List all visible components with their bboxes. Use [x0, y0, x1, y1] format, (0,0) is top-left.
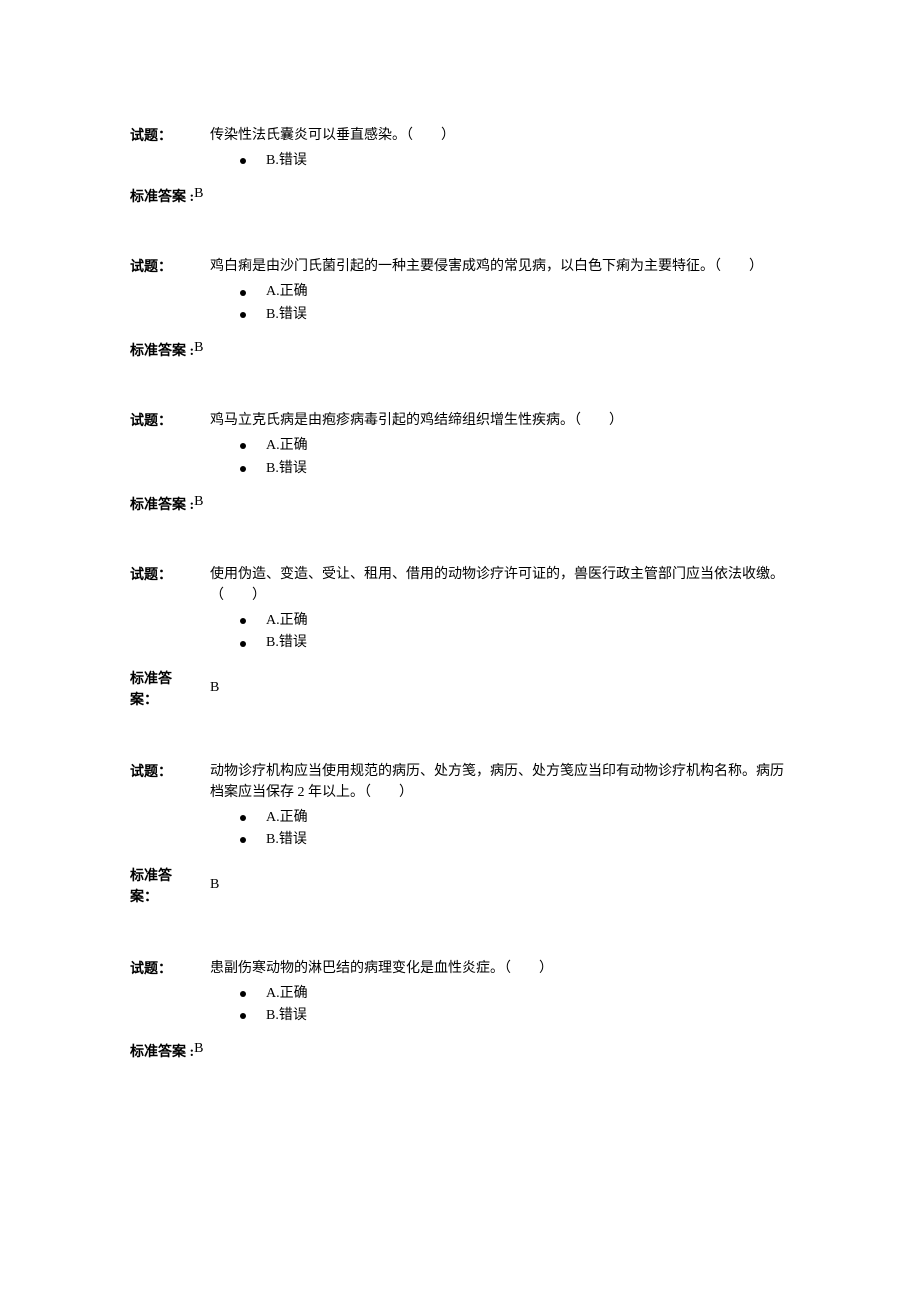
answer-value: B: [194, 340, 203, 356]
answer-value: B: [194, 494, 203, 510]
question-row: 试题： 鸡马立克氏病是由疱疹病毒引起的鸡结缔组织增生性疾病。（ ）: [130, 410, 790, 431]
answer-label: 标准答案 :: [130, 340, 194, 360]
option-item: B.错误: [240, 632, 790, 654]
options-list: A.正确 B.错误: [240, 610, 790, 655]
question-row: 试题： 传染性法氏囊炎可以垂直感染。（ ）: [130, 125, 790, 146]
answer-row: 标准答案 : B: [130, 186, 790, 206]
option-label: A.正确: [266, 281, 308, 303]
option-label: B.错误: [266, 829, 307, 851]
question-row: 试题： 使用伪造、变造、受让、租用、借用的动物诊疗许可证的，兽医行政主管部门应当…: [130, 564, 790, 606]
bullet-icon: [240, 158, 246, 164]
question-block: 试题： 鸡马立克氏病是由疱疹病毒引起的鸡结缔组织增生性疾病。（ ） A.正确 B…: [130, 410, 790, 514]
option-label: B.错误: [266, 632, 307, 654]
answer-value: B: [194, 186, 203, 202]
question-text: 鸡马立克氏病是由疱疹病毒引起的鸡结缔组织增生性疾病。（ ）: [210, 410, 623, 431]
answer-label: 标准答案 :: [130, 186, 194, 206]
answer-label: 标准答案 :: [130, 1041, 194, 1061]
answer-label: 标准答案：: [130, 669, 190, 711]
options-list: A.正确 B.错误: [240, 435, 790, 480]
question-row: 试题： 患副伤寒动物的淋巴结的病理变化是血性炎症。（ ）: [130, 958, 790, 979]
option-item: B.错误: [240, 458, 790, 480]
option-label: B.错误: [266, 458, 307, 480]
answer-value: B: [194, 1041, 203, 1057]
question-block: 试题： 患副伤寒动物的淋巴结的病理变化是血性炎症。（ ） A.正确 B.错误 标…: [130, 958, 790, 1062]
question-label: 试题：: [130, 564, 190, 584]
question-text: 患副伤寒动物的淋巴结的病理变化是血性炎症。（ ）: [210, 958, 553, 979]
question-block: 试题： 鸡白痢是由沙门氏菌引起的一种主要侵害成鸡的常见病，以白色下痢为主要特征。…: [130, 256, 790, 360]
bullet-icon: [240, 837, 246, 843]
option-label: B.错误: [266, 304, 307, 326]
bullet-icon: [240, 618, 246, 624]
answer-value: B: [210, 669, 219, 698]
option-item: B.错误: [240, 304, 790, 326]
option-item: A.正确: [240, 435, 790, 457]
option-label: B.错误: [266, 150, 307, 172]
question-label: 试题：: [130, 256, 190, 276]
bullet-icon: [240, 641, 246, 647]
option-item: B.错误: [240, 1005, 790, 1027]
bullet-icon: [240, 290, 246, 296]
question-text: 传染性法氏囊炎可以垂直感染。（ ）: [210, 125, 455, 146]
question-label: 试题：: [130, 958, 190, 978]
question-text: 使用伪造、变造、受让、租用、借用的动物诊疗许可证的，兽医行政主管部门应当依法收缴…: [210, 564, 790, 606]
bullet-icon: [240, 815, 246, 821]
question-block: 试题： 动物诊疗机构应当使用规范的病历、处方笺，病历、处方笺应当印有动物诊疗机构…: [130, 761, 790, 908]
option-label: A.正确: [266, 435, 308, 457]
answer-row: 标准答案： B: [130, 669, 790, 711]
option-item: A.正确: [240, 807, 790, 829]
question-text: 动物诊疗机构应当使用规范的病历、处方笺，病历、处方笺应当印有动物诊疗机构名称。病…: [210, 761, 790, 803]
option-item: A.正确: [240, 983, 790, 1005]
answer-row: 标准答案 : B: [130, 494, 790, 514]
question-row: 试题： 鸡白痢是由沙门氏菌引起的一种主要侵害成鸡的常见病，以白色下痢为主要特征。…: [130, 256, 790, 277]
question-label: 试题：: [130, 125, 190, 145]
question-block: 试题： 传染性法氏囊炎可以垂直感染。（ ） B.错误 标准答案 : B: [130, 125, 790, 206]
option-item: A.正确: [240, 610, 790, 632]
option-item: A.正确: [240, 281, 790, 303]
bullet-icon: [240, 443, 246, 449]
answer-row: 标准答案 : B: [130, 1041, 790, 1061]
answer-row: 标准答案： B: [130, 866, 790, 908]
options-list: A.正确 B.错误: [240, 983, 790, 1028]
question-label: 试题：: [130, 761, 190, 781]
bullet-icon: [240, 466, 246, 472]
answer-label: 标准答案 :: [130, 494, 194, 514]
question-row: 试题： 动物诊疗机构应当使用规范的病历、处方笺，病历、处方笺应当印有动物诊疗机构…: [130, 761, 790, 803]
bullet-icon: [240, 1013, 246, 1019]
bullet-icon: [240, 312, 246, 318]
answer-value: B: [210, 866, 219, 895]
options-list: B.错误: [240, 150, 790, 172]
question-label: 试题：: [130, 410, 190, 430]
question-text: 鸡白痢是由沙门氏菌引起的一种主要侵害成鸡的常见病，以白色下痢为主要特征。（ ）: [210, 256, 763, 277]
option-label: A.正确: [266, 610, 308, 632]
option-label: A.正确: [266, 983, 308, 1005]
option-label: A.正确: [266, 807, 308, 829]
answer-label: 标准答案：: [130, 866, 190, 908]
question-block: 试题： 使用伪造、变造、受让、租用、借用的动物诊疗许可证的，兽医行政主管部门应当…: [130, 564, 790, 711]
options-list: A.正确 B.错误: [240, 807, 790, 852]
options-list: A.正确 B.错误: [240, 281, 790, 326]
bullet-icon: [240, 991, 246, 997]
option-label: B.错误: [266, 1005, 307, 1027]
option-item: B.错误: [240, 829, 790, 851]
option-item: B.错误: [240, 150, 790, 172]
answer-row: 标准答案 : B: [130, 340, 790, 360]
